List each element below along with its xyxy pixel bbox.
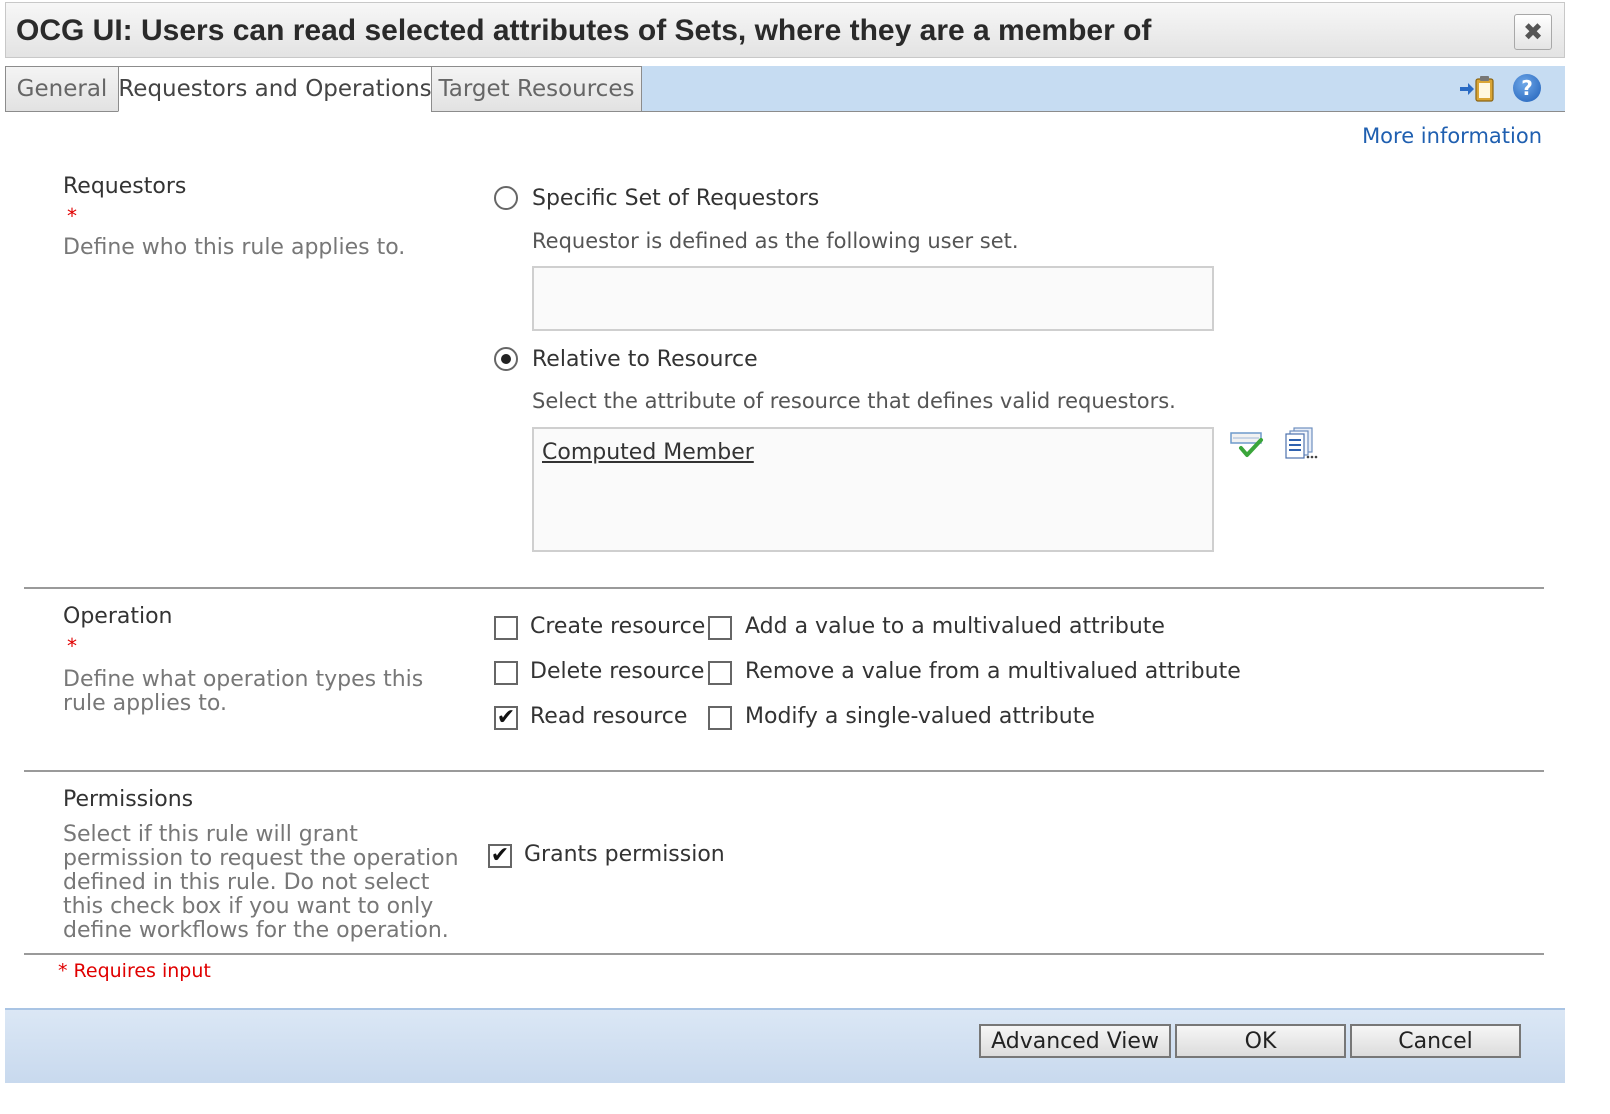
delete-resource-checkbox[interactable]	[494, 661, 518, 685]
more-information-link[interactable]: More information	[1362, 124, 1542, 148]
requestors-title: Requestors	[63, 174, 187, 199]
operation-title: Operation	[63, 604, 173, 629]
section-divider	[24, 953, 1544, 955]
ok-button[interactable]: OK	[1175, 1024, 1346, 1058]
requestors-required-mark: *	[67, 204, 77, 228]
dialog-title: OCG UI: Users can read selected attribut…	[16, 14, 1152, 47]
browse-list-icon[interactable]	[1284, 426, 1320, 460]
grants-permission-checkbox[interactable]: ✔	[488, 844, 512, 868]
remove-value-checkbox[interactable]	[708, 661, 732, 685]
add-value-checkbox[interactable]	[708, 616, 732, 640]
read-resource-checkbox[interactable]: ✔	[494, 706, 518, 730]
specific-set-radio[interactable]	[494, 186, 518, 210]
relative-to-resource-radio[interactable]	[494, 347, 518, 371]
requires-input-note: * Requires input	[58, 960, 211, 982]
tab-requestors-and-operations[interactable]: Requestors and Operations	[118, 66, 432, 112]
requestors-description: Define who this rule applies to.	[63, 235, 406, 260]
section-divider	[24, 587, 1544, 589]
permissions-title: Permissions	[63, 787, 194, 812]
relative-to-resource-label: Relative to Resource	[532, 347, 758, 372]
operation-required-mark: *	[67, 634, 77, 658]
specific-set-input[interactable]	[532, 266, 1214, 331]
paste-to-clipboard-icon[interactable]	[1458, 74, 1496, 104]
computed-member-link[interactable]: Computed Member	[542, 440, 754, 465]
check-mark-icon: ✔	[490, 843, 510, 868]
add-value-label: Add a value to a multivalued attribute	[745, 614, 1165, 639]
advanced-view-button[interactable]: Advanced View	[979, 1024, 1171, 1058]
tab-target-resources[interactable]: Target Resources	[431, 66, 642, 112]
permissions-description: Select if this rule will grant permissio…	[63, 822, 459, 943]
specific-set-hint: Requestor is defined as the following us…	[532, 229, 1019, 253]
check-mark-icon: ✔	[496, 705, 516, 730]
section-divider	[24, 770, 1544, 772]
cancel-button[interactable]: Cancel	[1350, 1024, 1521, 1058]
close-icon: ✖	[1522, 18, 1544, 46]
help-icon[interactable]: ?	[1513, 74, 1541, 102]
close-button[interactable]: ✖	[1514, 14, 1552, 50]
modify-single-value-checkbox[interactable]	[708, 706, 732, 730]
specific-set-label: Specific Set of Requestors	[532, 186, 820, 211]
remove-value-label: Remove a value from a multivalued attrib…	[745, 659, 1241, 684]
validate-check-icon[interactable]	[1229, 430, 1265, 460]
create-resource-checkbox[interactable]	[494, 616, 518, 640]
read-resource-label: Read resource	[530, 704, 688, 729]
modify-single-value-label: Modify a single-valued attribute	[745, 704, 1095, 729]
grants-permission-label: Grants permission	[524, 842, 725, 867]
operation-description: Define what operation types this rule ap…	[63, 667, 424, 716]
relative-to-resource-hint: Select the attribute of resource that de…	[532, 389, 1176, 413]
tab-general[interactable]: General	[5, 66, 119, 112]
create-resource-label: Create resource	[530, 614, 706, 639]
delete-resource-label: Delete resource	[530, 659, 705, 684]
